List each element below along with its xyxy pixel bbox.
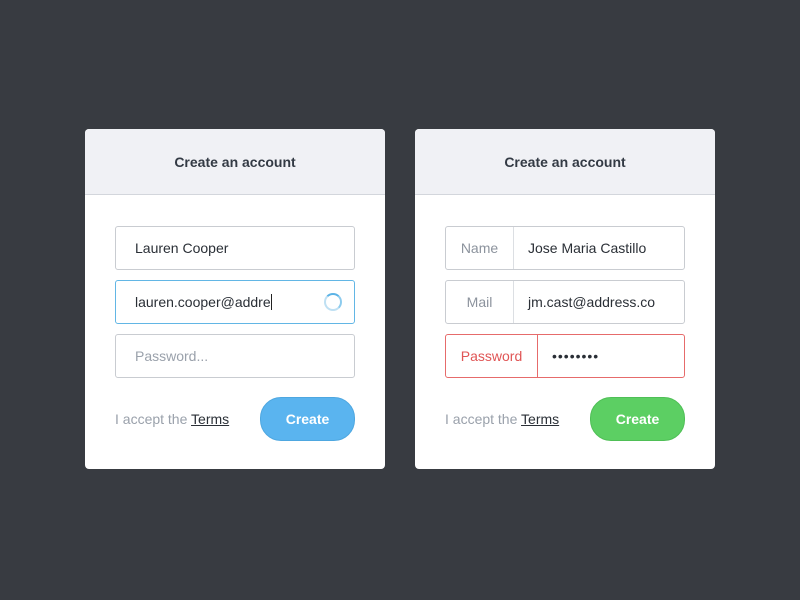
name-value: Jose Maria Castillo	[528, 240, 647, 256]
card-title: Create an account	[85, 129, 385, 195]
card-title: Create an account	[415, 129, 715, 195]
terms-link[interactable]: Terms	[521, 411, 559, 427]
password-value: ••••••••	[552, 348, 600, 364]
terms-text: I accept the Terms	[445, 411, 559, 427]
create-button[interactable]: Create	[260, 397, 355, 441]
mail-input[interactable]: Mail jm.cast@address.co	[445, 280, 685, 324]
terms-prefix: I accept the	[115, 411, 188, 427]
password-label: Password	[446, 335, 538, 377]
card-footer: I accept the Terms Create	[115, 397, 355, 441]
name-input[interactable]: Name Jose Maria Castillo	[445, 226, 685, 270]
name-label: Name	[446, 227, 514, 269]
terms-link[interactable]: Terms	[191, 411, 229, 427]
name-input[interactable]: Lauren Cooper	[115, 226, 355, 270]
mail-label: Mail	[446, 281, 514, 323]
loading-spinner-icon	[324, 293, 342, 311]
name-value: Lauren Cooper	[135, 240, 229, 256]
text-caret	[270, 294, 272, 310]
signup-card-right: Create an account Name Jose Maria Castil…	[415, 129, 715, 469]
card-footer: I accept the Terms Create	[445, 397, 685, 441]
password-placeholder: Password...	[135, 348, 209, 364]
password-input[interactable]: Password ••••••••	[445, 334, 685, 378]
password-input[interactable]: Password...	[115, 334, 355, 378]
email-value: lauren.cooper@addre	[135, 294, 271, 310]
email-input[interactable]: lauren.cooper@addre	[115, 280, 355, 324]
terms-prefix: I accept the	[445, 411, 518, 427]
mail-value: jm.cast@address.co	[528, 294, 656, 310]
create-button[interactable]: Create	[590, 397, 685, 441]
terms-text: I accept the Terms	[115, 411, 229, 427]
signup-card-left: Create an account Lauren Cooper lauren.c…	[85, 129, 385, 469]
